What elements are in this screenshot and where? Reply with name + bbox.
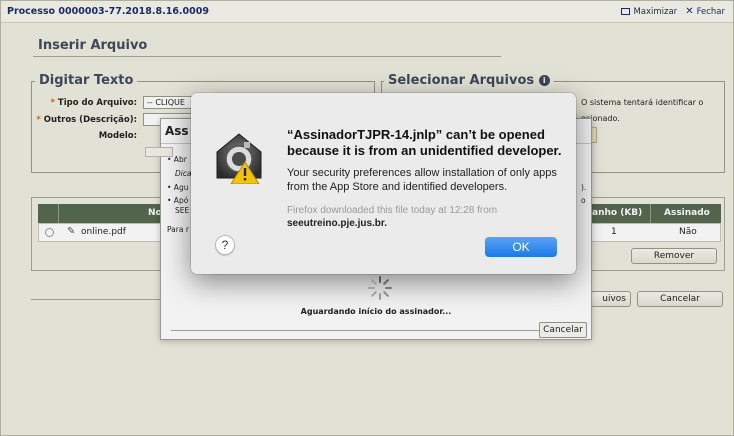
- gatekeeper-warning-icon: [216, 133, 262, 184]
- ok-button[interactable]: OK: [485, 237, 557, 257]
- alert-message: Your security preferences allow installa…: [287, 167, 557, 193]
- help-button[interactable]: ?: [215, 235, 235, 255]
- alert-heading: “AssinadorTJPR-14.jnlp” can’t be opened …: [287, 127, 562, 158]
- gatekeeper-alert: “AssinadorTJPR-14.jnlp” can’t be opened …: [191, 93, 576, 274]
- alert-source-host: seeutreino.pje.jus.br.: [287, 218, 388, 229]
- alert-source-line: Firefox downloaded this file today at 12…: [287, 205, 498, 216]
